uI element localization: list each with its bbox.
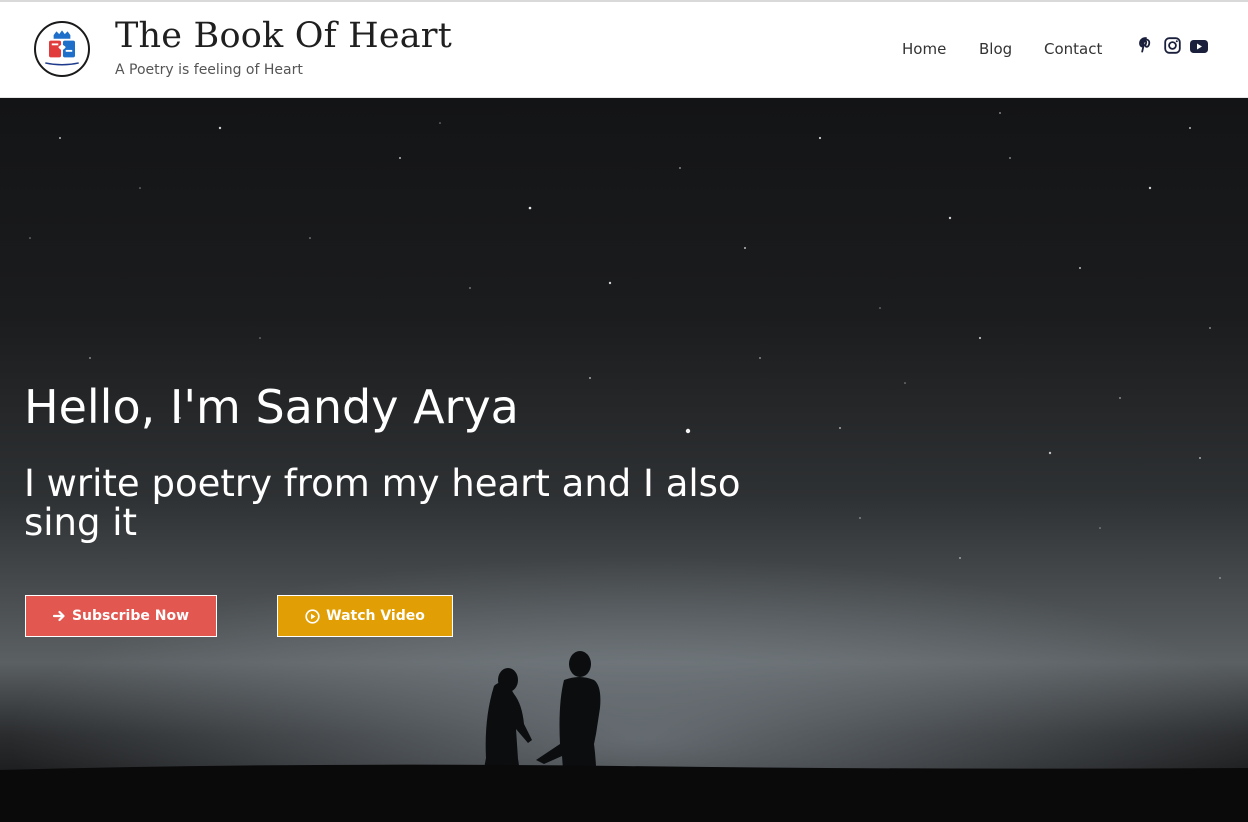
site-logo[interactable]: [34, 21, 90, 77]
subscribe-now-button[interactable]: Subscribe Now: [25, 595, 217, 637]
play-circle-icon: [305, 608, 320, 624]
site-header: The Book Of Heart A Poetry is feeling of…: [0, 2, 1248, 98]
nav-item-home[interactable]: Home: [902, 40, 946, 58]
site-tagline: A Poetry is feeling of Heart: [115, 62, 303, 78]
watch-video-button[interactable]: Watch Video: [277, 595, 453, 637]
youtube-icon[interactable]: [1190, 40, 1208, 53]
arrow-right-icon: [52, 610, 65, 622]
instagram-icon[interactable]: [1164, 37, 1181, 54]
nav-item-blog[interactable]: Blog: [979, 40, 1012, 58]
book-heart-logo-icon: [36, 23, 88, 75]
pinterest-icon[interactable]: [1138, 37, 1154, 55]
subscribe-now-label: Subscribe Now: [71, 608, 190, 624]
site-title[interactable]: The Book Of Heart: [115, 16, 452, 56]
hero-section: Hello, I'm Sandy Arya I write poetry fro…: [0, 98, 1248, 822]
hero-subheading: I write poetry from my heart and I also …: [24, 462, 741, 544]
horizon-ground: [0, 764, 1248, 822]
watch-video-label: Watch Video: [326, 608, 425, 624]
nav-item-contact[interactable]: Contact: [1044, 40, 1102, 58]
hero-heading: Hello, I'm Sandy Arya: [24, 380, 519, 434]
